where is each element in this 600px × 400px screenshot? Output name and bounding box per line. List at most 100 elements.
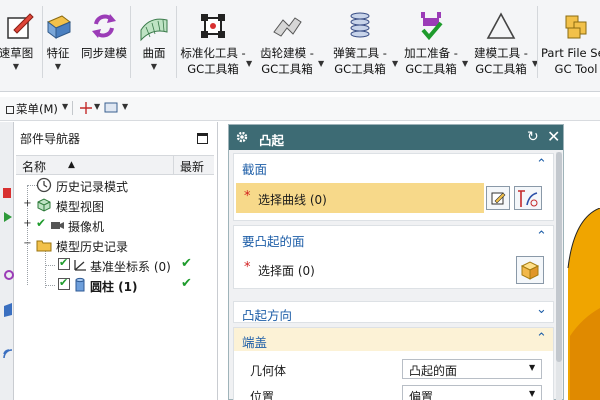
close-icon[interactable]: ✕	[547, 127, 560, 146]
model-view-icon	[37, 198, 51, 212]
constraint-nav-icon[interactable]	[0, 208, 14, 226]
surface-icon	[140, 18, 168, 42]
position-label: 位置	[250, 390, 275, 400]
tree-item-label: 摄像机	[68, 220, 105, 234]
caret-down-icon[interactable]: ▼	[134, 62, 174, 71]
reset-icon[interactable]: ↻	[527, 129, 539, 145]
geometry-select[interactable]: 凸起的面 ▼	[402, 359, 542, 379]
face-select-button[interactable]	[516, 256, 544, 284]
tree-item-label: 模型历史记录	[56, 240, 129, 254]
roles-nav-icon[interactable]	[0, 300, 14, 318]
tree-item-label: 基准坐标系 (0)	[90, 260, 171, 274]
expand-icon[interactable]: +	[22, 199, 33, 210]
assembly-nav-icon[interactable]	[0, 184, 14, 202]
position-value: 偏置	[409, 390, 434, 400]
modeling-tool-icon	[486, 12, 516, 39]
tree-item-model-history[interactable]: − 模型历史记录	[16, 235, 214, 255]
emboss-direction[interactable]: 凸起方向 ⌄	[233, 301, 554, 323]
collapse-chevron-icon[interactable]: ⌃	[536, 157, 547, 172]
tree-item-cameras[interactable]: + ✔ 摄像机	[16, 215, 214, 235]
ribbon-button-spring-tool[interactable]: 弹簧工具 - GC工具箱 ▼	[324, 0, 398, 92]
snap-dropdown-icon[interactable]: ▼	[94, 102, 100, 111]
web-nav-icon[interactable]	[0, 344, 14, 362]
navigator-header: 名称 ▲ 最新	[16, 155, 214, 175]
sync-modeling-icon	[92, 14, 116, 38]
tree-item-history-mode[interactable]: 历史记录模式	[16, 175, 214, 195]
dialog-title: 凸起	[259, 133, 285, 148]
snap-point-icon[interactable]	[80, 102, 92, 114]
spring-tool-icon	[350, 12, 370, 38]
expand-chevron-icon[interactable]: ⌄	[536, 302, 547, 317]
scroll-thumb[interactable]	[556, 152, 562, 362]
part-navigator: 部件导航器 名称 ▲ 最新 历史记录模式 + 模型视图 + ✔ 摄像机 − 模型…	[14, 122, 218, 400]
menu-dropdown-icon[interactable]: ▼	[62, 102, 68, 111]
menu-label: 菜单(M)	[16, 102, 58, 116]
chevron-down-icon: ▼	[529, 363, 536, 372]
sketch-icon	[7, 13, 34, 39]
sketch-section-icon	[491, 192, 506, 205]
collapse-icon[interactable]: −	[22, 239, 33, 250]
ribbon-toolbar: 速草图 ▼ 特征 ▼ 同步建模 曲面 ▼ 标准化工具 - GC工具箱 ▼ 齿轮建…	[0, 0, 600, 92]
position-row: 位置 偏置 ▼	[242, 384, 542, 400]
ribbon-button-machining-prep[interactable]: 加工准备 - GC工具箱 ▼	[396, 0, 468, 92]
collapse-chevron-icon[interactable]: ⌃	[536, 331, 547, 346]
standard-tools-icon	[201, 14, 225, 38]
menu-button[interactable]: 菜单(M)	[6, 101, 58, 117]
dialog-scrollbar[interactable]	[556, 152, 562, 400]
view-dropdown-icon[interactable]: ▼	[122, 102, 128, 111]
gear-modeling-icon	[273, 17, 302, 37]
visibility-checkbox[interactable]: ✔	[58, 256, 70, 270]
collapse-chevron-icon[interactable]: ⌃	[536, 229, 547, 244]
check-icon: ✔	[36, 216, 47, 230]
ribbon-button-surface[interactable]: 曲面 ▼	[134, 0, 174, 92]
ribbon-label: 标准化工具 -	[180, 46, 246, 60]
ribbon-label: 同步建模	[81, 46, 127, 60]
curve-icon	[518, 190, 538, 207]
view-selection-icon[interactable]	[104, 102, 118, 114]
select-curve-label: 选择曲线 (0)	[258, 193, 327, 207]
expand-icon[interactable]: +	[22, 219, 33, 230]
ribbon-label: GC工具箱	[475, 62, 527, 76]
ribbon-label: 速草图	[0, 46, 34, 60]
history-nav-icon[interactable]	[0, 266, 14, 284]
position-select[interactable]: 偏置 ▼	[402, 385, 542, 400]
gear-icon[interactable]	[235, 130, 249, 144]
column-name[interactable]: 名称	[22, 158, 46, 175]
ribbon-button-sync-modeling[interactable]: 同步建模	[80, 0, 128, 92]
ribbon-label: GC Tool	[554, 62, 598, 76]
tree-item-model-views[interactable]: + 模型视图	[16, 195, 214, 215]
tree-item-label: 历史记录模式	[56, 180, 129, 194]
section-title: 要凸起的面	[242, 234, 305, 249]
caret-down-icon[interactable]: ▼	[38, 62, 78, 71]
face-to-emboss: 要凸起的面 ⌃ * 选择面 (0)	[233, 225, 554, 289]
section-title: 端盖	[242, 335, 268, 350]
machining-prep-icon	[421, 12, 443, 41]
tree-item-cylinder[interactable]: ✔ 圆柱 (1) ✔	[16, 275, 214, 295]
sketch-section-button[interactable]	[486, 186, 510, 210]
ribbon-label: Part File Sec	[541, 46, 600, 60]
ribbon-button-standard-tools[interactable]: 标准化工具 - GC工具箱 ▼	[176, 0, 252, 92]
visibility-checkbox[interactable]: ✔	[58, 276, 70, 290]
tree-item-datum-csys[interactable]: ✔ 基准坐标系 (0) ✔	[16, 255, 214, 275]
caret-down-icon[interactable]: ▼	[0, 62, 42, 71]
required-icon: *	[244, 260, 251, 275]
section-title: 凸起方向	[242, 308, 293, 323]
ribbon-button-gear-modeling[interactable]: 齿轮建模 - GC工具箱 ▼	[252, 0, 324, 92]
navigator-title: 部件导航器	[20, 132, 81, 146]
menu-icon	[6, 106, 14, 114]
curve-select-button[interactable]	[514, 186, 542, 210]
ribbon-button-sketch[interactable]: 速草图 ▼	[0, 0, 42, 92]
sort-ascending-icon[interactable]: ▲	[68, 160, 75, 170]
latest-check-icon: ✔	[181, 256, 192, 271]
select-curve-row[interactable]: * 选择曲线 (0)	[236, 183, 484, 213]
ribbon-button-modeling-tool[interactable]: 建模工具 - GC工具箱 ▼	[466, 0, 538, 92]
ribbon-button-part-file[interactable]: Part File Sec GC Tool	[538, 0, 600, 92]
cylinder-model[interactable]	[564, 208, 600, 400]
select-face-row[interactable]: * 选择面 (0)	[236, 254, 476, 284]
ribbon-button-feature[interactable]: 特征 ▼	[38, 0, 78, 92]
column-latest[interactable]: 最新	[180, 158, 204, 175]
camera-icon	[51, 222, 64, 229]
maximize-icon[interactable]	[197, 133, 208, 144]
ribbon-label: GC工具箱	[405, 62, 457, 76]
section-title: 截面	[242, 162, 268, 177]
